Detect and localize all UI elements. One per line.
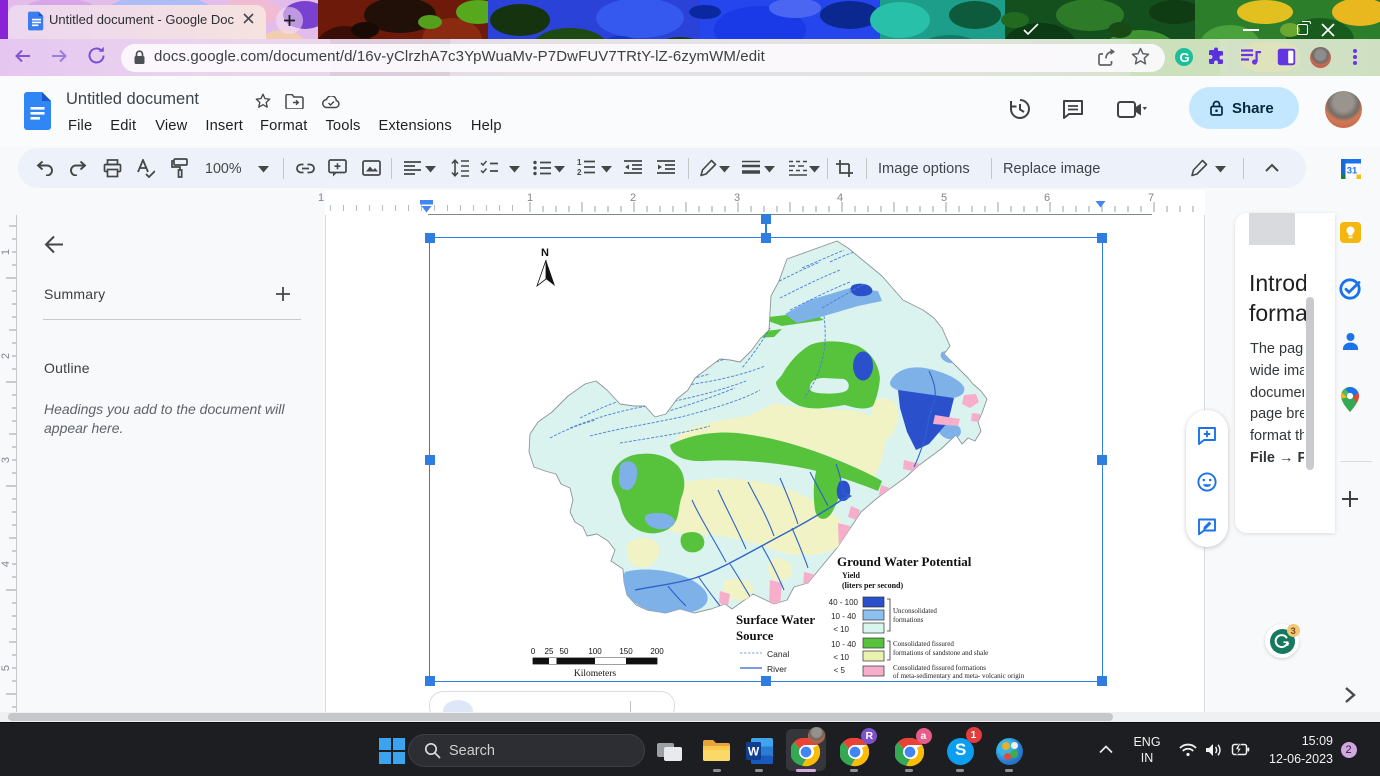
svg-text:W: W xyxy=(748,745,760,759)
svg-text:4: 4 xyxy=(0,561,12,567)
svg-text:5: 5 xyxy=(0,665,12,671)
svg-text:2: 2 xyxy=(0,353,12,359)
svg-text:1: 1 xyxy=(577,158,582,167)
svg-text:1: 1 xyxy=(0,249,12,255)
svg-text:31: 31 xyxy=(1347,166,1358,177)
svg-text:2: 2 xyxy=(577,168,582,177)
svg-text:3: 3 xyxy=(0,457,12,463)
